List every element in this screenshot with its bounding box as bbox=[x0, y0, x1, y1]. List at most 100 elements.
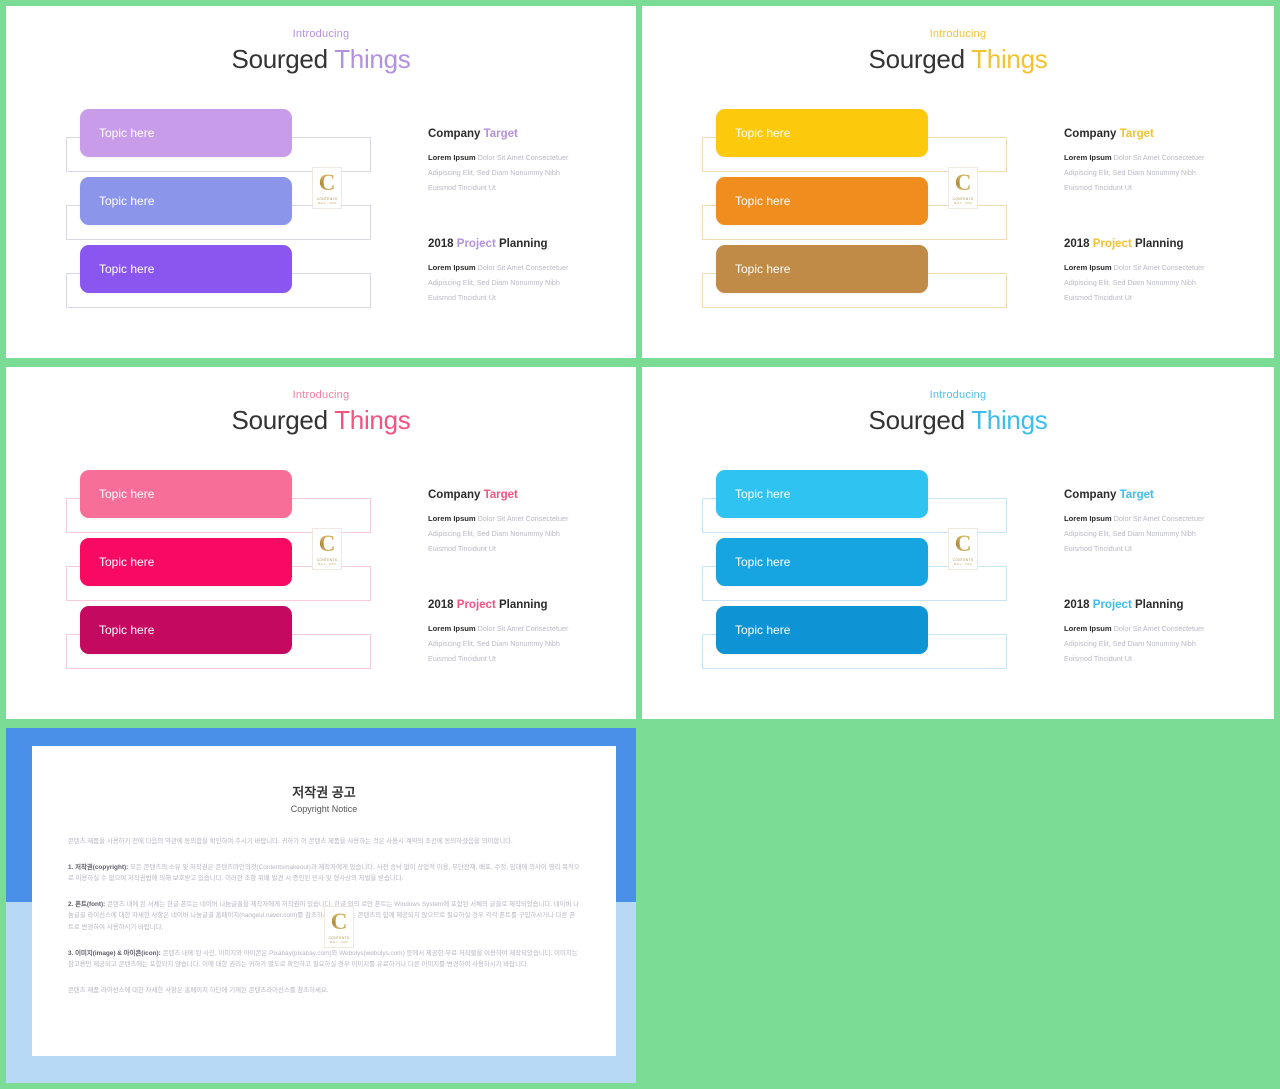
logo-text-secondary: MALL . COM bbox=[318, 202, 336, 205]
slide-text-column: Company Target Lorem Ipsum Dolor Sit Ame… bbox=[1064, 128, 1254, 305]
body-line: Lorem Ipsum Dolor Sit Amet Consectetuer bbox=[1064, 260, 1254, 275]
topic-chip-1[interactable]: Topic here bbox=[80, 470, 292, 518]
heading-post: Planning bbox=[1131, 598, 1184, 611]
topic-chip-3[interactable]: Topic here bbox=[80, 245, 292, 293]
topic-chip-label: Topic here bbox=[735, 623, 791, 637]
project-planning-body: Lorem Ipsum Dolor Sit Amet Consectetuer … bbox=[428, 260, 618, 306]
copyright-notice-slide[interactable]: 저작권 공고 Copyright Notice 콘텐츠 제품을 사용하기 전에 … bbox=[6, 728, 636, 1083]
heading-post: Planning bbox=[495, 598, 548, 611]
body-line: Euismod Tincidunt Ut bbox=[1064, 544, 1132, 554]
logo-text-primary: CONTENTS bbox=[952, 197, 974, 201]
topic-diagram: Topic here Topic here Topic here C CONTE… bbox=[6, 470, 406, 700]
topic-row: Topic here bbox=[642, 245, 1042, 313]
slide-purple[interactable]: Introducing Sourged Things Topic here To… bbox=[6, 6, 636, 358]
heading-plain: Company bbox=[428, 489, 484, 501]
body-line: Adipiscing Elit, Sed Diam Nonummy Nibh bbox=[428, 168, 560, 178]
topic-row: Topic here bbox=[6, 606, 406, 674]
topic-chip-1[interactable]: Topic here bbox=[716, 470, 928, 518]
body-rest: Dolor Sit Amet Consectetuer bbox=[1111, 262, 1205, 272]
topic-chip-1[interactable]: Topic here bbox=[80, 109, 292, 157]
contents-logo-watermark: C CONTENTS MALL . COM bbox=[324, 906, 354, 948]
body-line: Euismod Tincidunt Ut bbox=[1064, 183, 1132, 193]
slide-blue[interactable]: Introducing Sourged Things Topic here To… bbox=[642, 367, 1274, 719]
logo-letter-c: C bbox=[318, 531, 336, 556]
introducing-label: Introducing bbox=[292, 389, 350, 401]
title-accent: Things bbox=[334, 405, 411, 435]
notice-paragraph-copyright: 1. 저작권(copyright): 모든 콘텐츠의 소유 및 저작권은 콘텐츠… bbox=[68, 862, 580, 885]
topic-row: Topic here bbox=[6, 470, 406, 538]
notice-paragraph-license: 콘텐츠 제품 라이선스에 대한 자세한 사항은 홈페이지 하단에 기재된 콘텐츠… bbox=[68, 986, 329, 994]
body-lead: Lorem Ipsum bbox=[1064, 262, 1112, 272]
topic-chip-label: Topic here bbox=[99, 194, 155, 208]
heading-accent: Target bbox=[1119, 128, 1154, 140]
topic-chip-3[interactable]: Topic here bbox=[716, 245, 928, 293]
topic-chip-label: Topic here bbox=[735, 262, 791, 276]
introducing-label: Introducing bbox=[929, 28, 987, 40]
slide-yellow[interactable]: Introducing Sourged Things Topic here To… bbox=[642, 6, 1274, 358]
company-target-body: Lorem Ipsum Dolor Sit Amet Consectetuer … bbox=[428, 511, 618, 557]
body-line: Adipiscing Elit, Sed Diam Nonummy Nibh bbox=[428, 638, 560, 648]
topic-chip-3[interactable]: Topic here bbox=[716, 606, 928, 654]
topic-row: Topic here bbox=[642, 177, 1042, 245]
project-planning-body: Lorem Ipsum Dolor Sit Amet Consectetuer … bbox=[1064, 260, 1254, 306]
topic-chip-2[interactable]: Topic here bbox=[80, 538, 292, 586]
notice-heading-ko: 저작권 공고 bbox=[292, 785, 356, 800]
company-target-body: Lorem Ipsum Dolor Sit Amet Consectetuer … bbox=[428, 150, 618, 196]
topic-chip-1[interactable]: Topic here bbox=[716, 109, 928, 157]
topic-chip-2[interactable]: Topic here bbox=[716, 538, 928, 586]
slide-title: Sourged Things bbox=[6, 44, 636, 75]
body-rest: Dolor Sit Amet Consectetuer bbox=[1111, 514, 1205, 523]
slide-board: Introducing Sourged Things Topic here To… bbox=[0, 0, 1280, 1089]
heading-post: Planning bbox=[1131, 237, 1184, 250]
body-line: Lorem Ipsum Dolor Sit Amet Consectetuer bbox=[1064, 511, 1254, 526]
logo-text-secondary: MALL . COM bbox=[954, 202, 972, 205]
body-rest: Dolor Sit Amet Consectetuer bbox=[1111, 153, 1205, 162]
company-target-body: Lorem Ipsum Dolor Sit Amet Consectetuer … bbox=[1064, 150, 1254, 196]
slide-title: Sourged Things bbox=[642, 44, 1274, 75]
paragraph-label: 3. 이미지(image) & 아이콘(icon): bbox=[68, 949, 161, 957]
title-accent: Things bbox=[971, 405, 1048, 435]
notice-paragraph-image-icon: 3. 이미지(image) & 아이콘(icon): 콘텐츠 내에 된 사진, … bbox=[68, 948, 580, 971]
topic-chip-label: Topic here bbox=[735, 194, 791, 208]
logo-text-secondary: MALL . COM bbox=[954, 563, 972, 566]
logo-text-primary: CONTENTS bbox=[316, 197, 338, 201]
slide-header: Introducing Sourged Things bbox=[6, 367, 636, 436]
topic-chip-3[interactable]: Topic here bbox=[80, 606, 292, 654]
heading-accent: Target bbox=[483, 128, 518, 140]
slide-pink[interactable]: Introducing Sourged Things Topic here To… bbox=[6, 367, 636, 719]
body-line: Adipiscing Elit, Sed Diam Nonummy Nibh bbox=[428, 277, 560, 287]
contents-logo-watermark: C CONTENTS MALL . COM bbox=[312, 167, 342, 209]
company-target-heading: Company Target bbox=[1064, 489, 1254, 501]
body-lead: Lorem Ipsum bbox=[1064, 514, 1112, 523]
body-line: Adipiscing Elit, Sed Diam Nonummy Nibh bbox=[1064, 638, 1196, 648]
topic-chip-label: Topic here bbox=[99, 487, 155, 501]
slide-header: Introducing Sourged Things bbox=[6, 6, 636, 75]
topic-diagram: Topic here Topic here Topic here C CONTE… bbox=[642, 470, 1042, 700]
company-target-heading: Company Target bbox=[428, 489, 618, 501]
body-line: Euismod Tincidunt Ut bbox=[428, 293, 496, 303]
body-line: Adipiscing Elit, Sed Diam Nonummy Nibh bbox=[1064, 529, 1196, 539]
heading-accent: Project bbox=[1092, 598, 1132, 611]
title-main: Sourged bbox=[231, 44, 329, 74]
introducing-label: Introducing bbox=[292, 28, 350, 40]
notice-heading-en: Copyright Notice bbox=[290, 804, 358, 814]
body-line: Lorem Ipsum Dolor Sit Amet Consectetuer bbox=[428, 260, 618, 275]
title-main: Sourged bbox=[231, 405, 329, 435]
topic-row: Topic here bbox=[642, 538, 1042, 606]
body-line: Euismod Tincidunt Ut bbox=[428, 544, 496, 554]
logo-letter-c: C bbox=[330, 909, 348, 934]
topic-row: Topic here bbox=[6, 538, 406, 606]
topic-chip-label: Topic here bbox=[99, 126, 155, 140]
topic-chip-2[interactable]: Topic here bbox=[80, 177, 292, 225]
title-main: Sourged bbox=[868, 405, 966, 435]
body-line: Lorem Ipsum Dolor Sit Amet Consectetuer bbox=[1064, 621, 1254, 636]
topic-chip-2[interactable]: Topic here bbox=[716, 177, 928, 225]
body-line: Adipiscing Elit, Sed Diam Nonummy Nibh bbox=[1064, 277, 1196, 287]
paragraph-label: 2. 폰트(font): bbox=[68, 900, 106, 908]
project-planning-body: Lorem Ipsum Dolor Sit Amet Consectetuer … bbox=[428, 621, 618, 667]
contents-logo-watermark: C CONTENTS MALL . COM bbox=[312, 528, 342, 570]
